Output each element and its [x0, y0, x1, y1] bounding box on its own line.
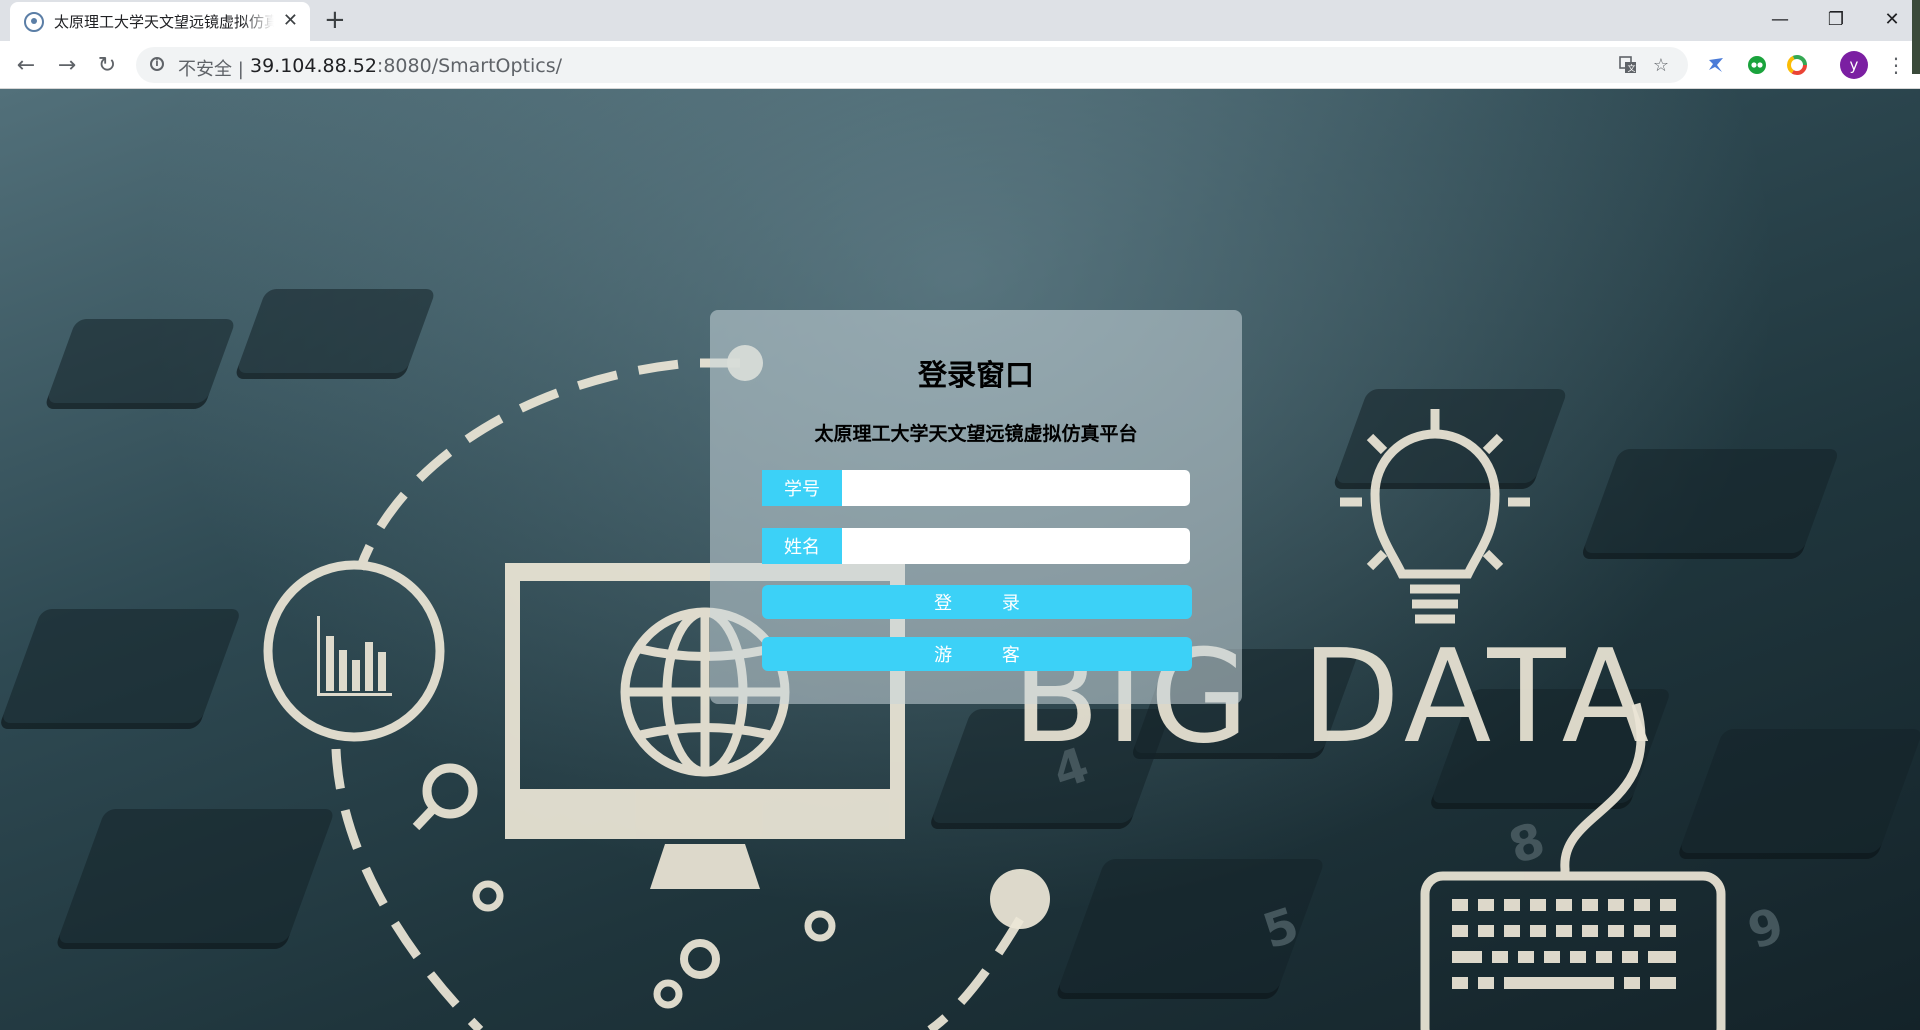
browser-tab[interactable]: 太原理工大学天文望远镜虚拟仿真平台 ✕ — [10, 2, 310, 41]
profile-avatar[interactable]: y — [1840, 51, 1868, 79]
dashed-orbit-top — [355, 358, 740, 571]
svg-text:文: 文 — [1628, 63, 1636, 73]
login-title: 登录窗口 — [917, 358, 1034, 392]
student-id-input[interactable] — [842, 470, 1190, 506]
login-panel: 登录窗口 太原理工大学天文望远镜虚拟仿真平台 学号 姓名 登 录 游 客 — [710, 310, 1242, 704]
guest-button[interactable]: 游 客 — [762, 637, 1192, 671]
star-icon[interactable]: ☆ — [1650, 54, 1672, 76]
info-icon[interactable]: i — [150, 57, 164, 71]
tab-strip: 太原理工大学天文望远镜虚拟仿真平台 ✕ + — ❐ ✕ — [0, 0, 1920, 41]
dashed-orbit-right — [927, 916, 1024, 1030]
site-favicon-icon — [24, 11, 44, 32]
tab-title: 太原理工大学天文望远镜虚拟仿真平台 — [54, 13, 274, 31]
monitor-stand — [650, 844, 760, 889]
url-host: 39.104.88.52 — [250, 55, 377, 77]
dashed-orbit-left — [331, 748, 484, 1030]
url-text[interactable]: 39.104.88.52:8080/SmartOptics/ — [250, 55, 562, 77]
new-tab-button[interactable]: + — [324, 6, 346, 34]
student-id-label: 学号 — [762, 470, 842, 506]
magnifier-handle — [412, 805, 437, 831]
tab-close-icon[interactable]: ✕ — [283, 11, 298, 31]
name-row: 姓名 — [762, 528, 1190, 564]
name-label: 姓名 — [762, 528, 842, 564]
restore-button[interactable]: ❐ — [1808, 0, 1864, 38]
key-label: 5 — [1256, 897, 1305, 961]
translate-icon[interactable]: 文 — [1617, 54, 1639, 76]
address-bar[interactable]: i 不安全 | 39.104.88.52:8080/SmartOptics/ 文… — [136, 47, 1688, 83]
security-label: 不安全 | — [178, 59, 244, 80]
browser-toolbar: ← → ↻ i 不安全 | 39.104.88.52:8080/SmartOpt… — [0, 41, 1920, 89]
url-path: :8080/SmartOptics/ — [376, 55, 563, 77]
minimize-button[interactable]: — — [1752, 0, 1808, 38]
name-input[interactable] — [842, 528, 1190, 564]
extension-owl-icon[interactable] — [1746, 54, 1768, 76]
platform-subtitle: 太原理工大学天文望远镜虚拟仿真平台 — [814, 423, 1138, 445]
key-label: 8 — [1502, 812, 1551, 876]
magnifier-lens — [422, 763, 478, 819]
student-id-row: 学号 — [762, 470, 1190, 506]
login-button[interactable]: 登 录 — [762, 585, 1192, 619]
back-button[interactable]: ← — [10, 49, 42, 81]
key-label: 9 — [1741, 897, 1790, 961]
forward-button[interactable]: → — [51, 49, 83, 81]
chart-circle — [263, 560, 445, 742]
login-page: BIG DATA 8 5 9 4 登录窗口 太原理工大学天文望远镜虚拟仿真平台 … — [0, 89, 1920, 1030]
scroll-indicator — [1912, 0, 1920, 74]
menu-dots-icon[interactable]: ⋮ — [1886, 51, 1906, 79]
reload-button[interactable]: ↻ — [91, 49, 123, 81]
bulb-glass — [1370, 429, 1500, 579]
window-controls: — ❐ ✕ — [1752, 0, 1920, 38]
extension-bird-icon[interactable] — [1705, 54, 1727, 76]
keyboard-keys — [1452, 899, 1676, 989]
extension-ring-icon[interactable] — [1786, 54, 1808, 76]
